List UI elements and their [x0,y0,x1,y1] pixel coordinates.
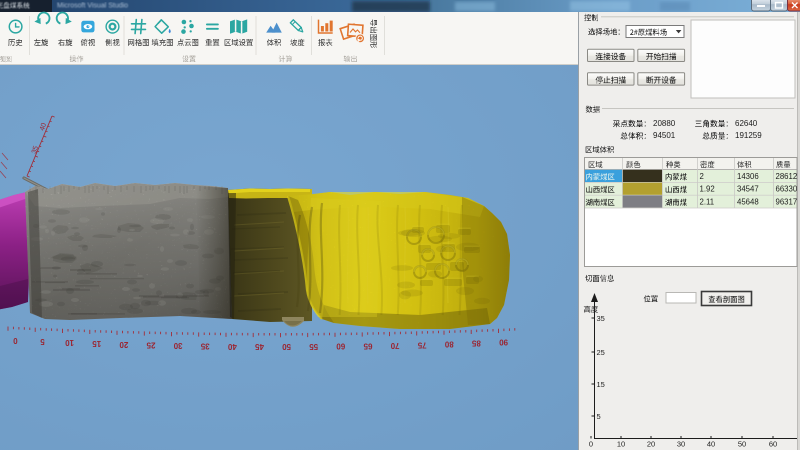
svg-text:65: 65 [363,341,372,350]
svg-text:30: 30 [677,440,685,449]
svg-text:60: 60 [769,440,777,449]
svg-text:25: 25 [597,348,605,357]
svg-text:Microsoft Visual Studio: Microsoft Visual Studio [57,3,128,10]
svg-text:75: 75 [417,340,426,349]
svg-text:80: 80 [444,340,453,349]
svg-text:94501: 94501 [653,131,676,140]
svg-text:96317: 96317 [776,197,798,206]
svg-text:90: 90 [499,338,508,347]
svg-text:2.11: 2.11 [700,197,715,206]
svg-text:25: 25 [146,341,155,350]
svg-text:10: 10 [65,338,74,347]
svg-text:5: 5 [597,412,601,421]
svg-text:15: 15 [92,339,101,348]
svg-text:5: 5 [40,337,45,346]
svg-text:40: 40 [707,440,715,449]
svg-text:1.92: 1.92 [700,185,715,194]
svg-text:2: 2 [700,172,704,181]
svg-text:45: 45 [255,342,264,351]
svg-text:66330: 66330 [776,185,798,194]
svg-text:62640: 62640 [735,119,758,128]
svg-text:50: 50 [282,342,291,351]
svg-text:34547: 34547 [737,185,759,194]
svg-text:70: 70 [390,341,399,350]
svg-text:0: 0 [13,336,18,345]
svg-text:10: 10 [617,440,625,449]
svg-text:30: 30 [173,341,182,350]
svg-text:20880: 20880 [653,119,676,128]
svg-text:0: 0 [589,440,593,449]
svg-text:191259: 191259 [735,131,762,140]
svg-text:40: 40 [227,342,236,351]
svg-text:35: 35 [597,314,605,323]
svg-text:35: 35 [200,342,209,351]
svg-text:45648: 45648 [737,197,759,206]
svg-text:15: 15 [597,380,605,389]
svg-text:20: 20 [119,340,128,349]
svg-text:20: 20 [647,440,655,449]
svg-text:85: 85 [471,339,480,348]
svg-text:28612: 28612 [776,172,798,181]
svg-text:14306: 14306 [737,172,759,181]
svg-text:50: 50 [738,440,746,449]
svg-text:60: 60 [336,342,345,351]
svg-text:55: 55 [309,342,318,351]
